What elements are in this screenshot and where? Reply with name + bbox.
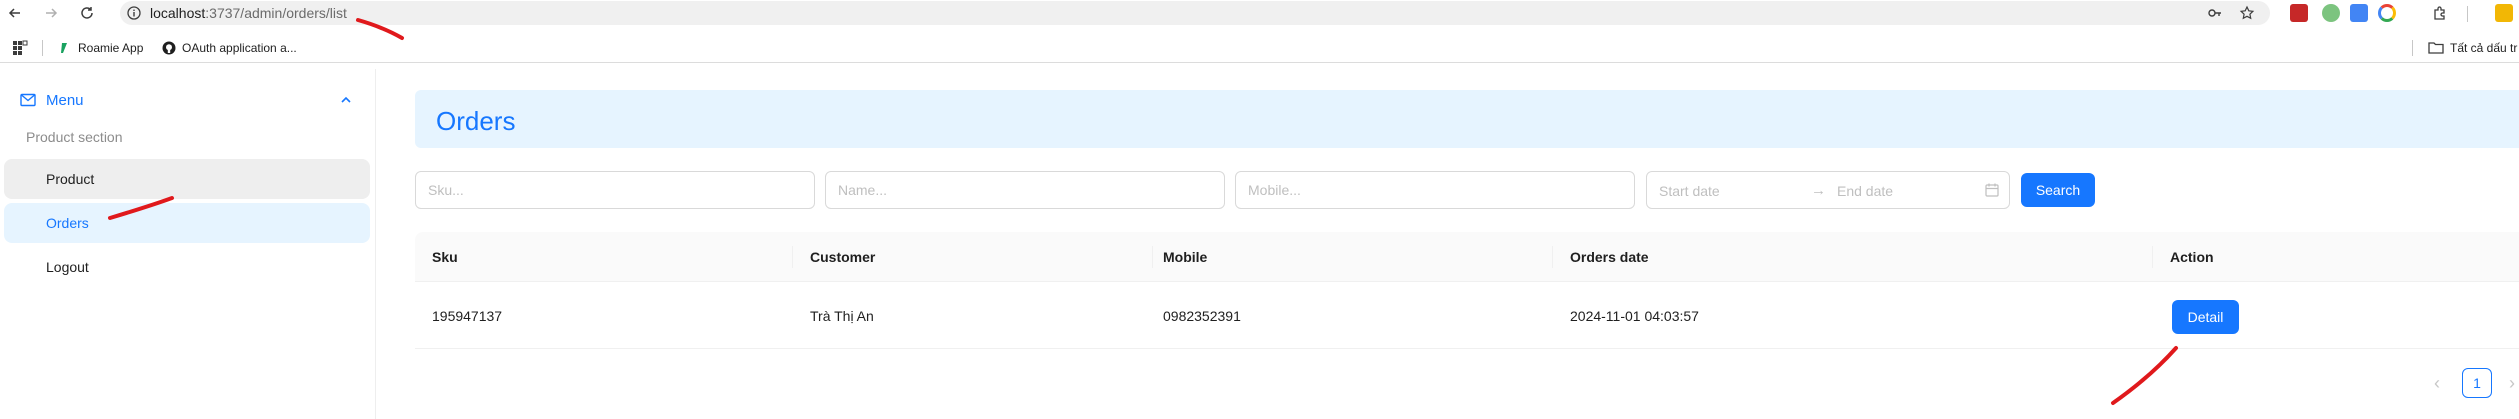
start-date-input[interactable]: Start date <box>1659 183 1720 199</box>
menu-header[interactable]: Menu <box>0 81 376 121</box>
sidebar-item-label: Logout <box>46 259 89 275</box>
back-icon[interactable] <box>4 2 26 24</box>
sidebar-group-title: Product section <box>26 129 123 145</box>
extension-3-icon[interactable] <box>2378 4 2396 22</box>
sku-input[interactable] <box>416 172 814 208</box>
column-divider <box>1552 246 1553 268</box>
url-path: :3737/admin/orders/list <box>205 5 347 21</box>
extensions-puzzle-icon[interactable] <box>2431 4 2449 22</box>
sidebar-item-orders[interactable]: Orders <box>4 203 370 243</box>
chevron-up-icon[interactable] <box>340 95 352 105</box>
sidebar: Menu Product section Product Orders Logo… <box>0 69 376 419</box>
profile-avatar-icon[interactable] <box>2495 4 2513 22</box>
sku-field <box>415 171 815 209</box>
info-icon[interactable] <box>126 5 142 21</box>
all-bookmarks-folder[interactable]: Tất cả dấu tr <box>2428 38 2517 58</box>
column-divider <box>2152 246 2153 268</box>
bookmark-label: Roamie App <box>78 41 144 55</box>
url-text[interactable]: localhost:3737/admin/orders/list <box>150 5 347 21</box>
roamie-logo-icon <box>61 43 67 53</box>
bookmark-label: Tất cả dấu tr <box>2450 41 2518 55</box>
mobile-input[interactable] <box>1236 172 1634 208</box>
bookmark-roamie-app[interactable]: Roamie App <box>58 38 143 58</box>
extension-2-icon[interactable] <box>2322 4 2340 22</box>
column-header-sku: Sku <box>432 249 458 265</box>
browser-toolbar: localhost:3737/admin/orders/list <box>0 0 2519 26</box>
url-host: localhost <box>150 5 206 21</box>
password-key-icon[interactable] <box>2206 4 2224 22</box>
column-divider <box>792 246 793 268</box>
cell-mobile: 0982352391 <box>1163 308 1241 324</box>
range-arrow-icon: → <box>1811 182 1826 199</box>
column-header-action: Action <box>2170 249 2214 265</box>
detail-button[interactable]: Detail <box>2172 300 2239 334</box>
reload-icon[interactable] <box>76 2 98 24</box>
sidebar-item-logout[interactable]: Logout <box>4 247 370 287</box>
pagination-prev[interactable]: ‹ <box>2426 368 2448 398</box>
table-row: 195947137 Trà Thị An 0982352391 2024-11-… <box>415 283 2519 349</box>
name-field <box>825 171 1225 209</box>
column-divider <box>1152 246 1153 268</box>
translate-extension-icon[interactable] <box>2350 4 2368 22</box>
page-header: Orders <box>415 90 2519 148</box>
folder-icon <box>2428 42 2444 54</box>
bookmark-label: OAuth application a... <box>182 41 297 55</box>
mobile-field <box>1235 171 1635 209</box>
cell-customer: Trà Thị An <box>810 308 874 324</box>
mail-icon <box>20 93 36 107</box>
cell-orders-date: 2024-11-01 04:03:57 <box>1570 308 1699 324</box>
column-header-customer: Customer <box>810 249 876 265</box>
cell-sku: 195947137 <box>432 308 503 324</box>
table-header: Sku Customer Mobile Orders date Action <box>415 232 2519 282</box>
column-header-mobile: Mobile <box>1163 249 1208 265</box>
apps-grid-icon[interactable] <box>12 38 34 58</box>
sidebar-item-label: Orders <box>46 215 89 231</box>
sidebar-item-product[interactable]: Product <box>4 159 370 199</box>
pagination-page-1[interactable]: 1 <box>2462 368 2492 398</box>
extension-1-icon[interactable] <box>2290 4 2308 22</box>
address-bar[interactable]: localhost:3737/admin/orders/list <box>120 1 2270 25</box>
search-button[interactable]: Search <box>2021 173 2095 207</box>
annotation-stroke-detail <box>2111 346 2178 405</box>
bookmarks-divider <box>2412 40 2413 56</box>
page-title: Orders <box>436 106 516 136</box>
calendar-icon <box>1985 183 1999 197</box>
end-date-input[interactable]: End date <box>1837 183 1893 199</box>
bookmarks-divider <box>42 40 43 56</box>
bookmarks-bar: Roamie App OAuth application a... Tất cả… <box>0 31 2519 63</box>
star-icon[interactable] <box>2238 4 2256 22</box>
name-input[interactable] <box>826 172 1224 208</box>
forward-icon[interactable] <box>40 2 62 24</box>
sidebar-item-label: Product <box>46 171 95 187</box>
bookmark-oauth-application[interactable]: OAuth application a... <box>162 38 297 58</box>
column-header-orders-date: Orders date <box>1570 249 1649 265</box>
toolbar-divider <box>2467 6 2468 22</box>
date-range-picker[interactable]: Start date → End date <box>1646 171 2010 209</box>
pagination-next[interactable]: › <box>2505 368 2519 398</box>
menu-label: Menu <box>46 92 84 109</box>
github-icon <box>162 41 176 55</box>
